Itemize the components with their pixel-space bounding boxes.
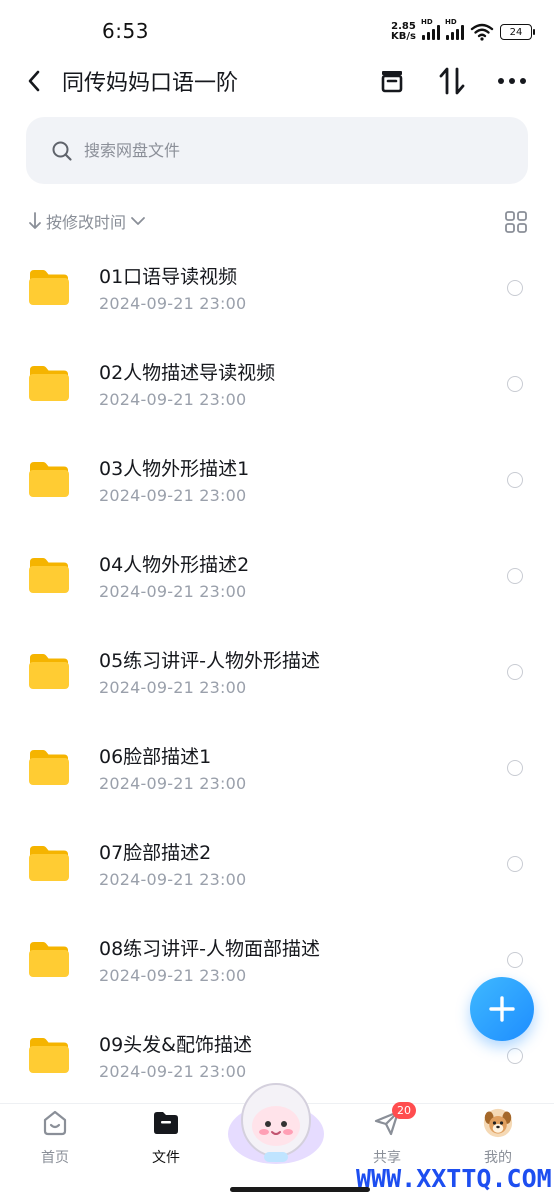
- signal-icon: HD: [421, 18, 440, 40]
- file-row[interactable]: 01口语导读视频 2024-09-21 23:00: [0, 240, 554, 336]
- select-checkbox[interactable]: [507, 952, 523, 968]
- archive-button[interactable]: [375, 64, 409, 98]
- file-date: 2024-09-21 23:00: [99, 678, 247, 697]
- file-date: 2024-09-21 23:00: [99, 390, 247, 409]
- folder-icon: [29, 942, 69, 977]
- folder-icon: [29, 270, 69, 305]
- home-icon: [40, 1108, 70, 1138]
- file-date: 2024-09-21 23:00: [99, 294, 247, 313]
- avatar: [483, 1108, 513, 1138]
- file-name: 05练习讲评-人物外形描述: [99, 650, 321, 672]
- file-date: 2024-09-21 23:00: [99, 870, 247, 889]
- file-name: 04人物外形描述2: [99, 554, 250, 576]
- watermark: WWW.XXTTQ.COM: [356, 1164, 552, 1193]
- select-checkbox[interactable]: [507, 760, 523, 776]
- file-name: 03人物外形描述1: [99, 458, 250, 480]
- home-indicator[interactable]: [230, 1187, 370, 1192]
- search-bar[interactable]: [26, 117, 528, 184]
- select-checkbox[interactable]: [507, 472, 523, 488]
- archive-icon: [381, 71, 403, 93]
- select-checkbox[interactable]: [507, 1048, 523, 1064]
- file-row[interactable]: 07脸部描述2 2024-09-21 23:00: [0, 816, 554, 912]
- file-row[interactable]: 04人物外形描述2 2024-09-21 23:00: [0, 528, 554, 624]
- folder-icon: [29, 558, 69, 593]
- sort-label: 按修改时间: [46, 213, 127, 232]
- file-name: 06脸部描述1: [99, 746, 212, 768]
- file-name: 09头发&配饰描述: [99, 1034, 252, 1056]
- status-bar: 6:53 2.85 KB/s HD HD 24: [0, 0, 554, 62]
- more-icon: [498, 78, 526, 84]
- search-icon: [50, 139, 74, 163]
- folder-filled-icon: [151, 1108, 181, 1138]
- file-row[interactable]: 02人物描述导读视频 2024-09-21 23:00: [0, 336, 554, 432]
- back-icon: [28, 70, 40, 92]
- nav-files[interactable]: 文件: [111, 1104, 221, 1184]
- sort-icon: [439, 67, 465, 95]
- search-input[interactable]: [84, 141, 484, 160]
- sort-button[interactable]: [435, 64, 469, 98]
- nav-home-label: 首页: [41, 1150, 69, 1166]
- select-checkbox[interactable]: [507, 856, 523, 872]
- header: 同传妈妈口语一阶: [0, 62, 554, 100]
- arrow-down-icon: [29, 212, 41, 229]
- sort-by-modified-button[interactable]: 按修改时间: [28, 209, 146, 233]
- folder-icon: [29, 1038, 69, 1073]
- folder-icon: [29, 366, 69, 401]
- folder-icon: [29, 462, 69, 497]
- file-date: 2024-09-21 23:00: [99, 966, 247, 985]
- hd-label: HD: [421, 18, 433, 26]
- nav-files-label: 文件: [152, 1150, 180, 1166]
- file-list: 01口语导读视频 2024-09-21 23:00 02人物描述导读视频 202…: [0, 240, 554, 1104]
- file-date: 2024-09-21 23:00: [99, 582, 247, 601]
- sort-row: 按修改时间: [28, 209, 528, 235]
- select-checkbox[interactable]: [507, 664, 523, 680]
- file-row[interactable]: 03人物外形描述1 2024-09-21 23:00: [0, 432, 554, 528]
- signal-icon-2: HD: [445, 18, 464, 40]
- mascot-icon[interactable]: [224, 1074, 328, 1166]
- select-checkbox[interactable]: [507, 376, 523, 392]
- file-name: 07脸部描述2: [99, 842, 212, 864]
- plus-icon: [489, 996, 515, 1022]
- wifi-icon: [470, 23, 494, 41]
- file-row[interactable]: 05练习讲评-人物外形描述 2024-09-21 23:00: [0, 624, 554, 720]
- nav-home[interactable]: 首页: [0, 1104, 110, 1184]
- file-name: 08练习讲评-人物面部描述: [99, 938, 321, 960]
- folder-icon: [29, 654, 69, 689]
- folder-icon: [29, 846, 69, 881]
- folder-icon: [29, 750, 69, 785]
- file-date: 2024-09-21 23:00: [99, 774, 247, 793]
- select-checkbox[interactable]: [507, 568, 523, 584]
- more-button[interactable]: [495, 64, 529, 98]
- status-time: 6:53: [102, 19, 149, 43]
- file-date: 2024-09-21 23:00: [99, 486, 247, 505]
- file-name: 02人物描述导读视频: [99, 362, 276, 384]
- file-row[interactable]: 06脸部描述1 2024-09-21 23:00: [0, 720, 554, 816]
- battery-icon: 24: [500, 24, 535, 40]
- network-speed-unit: KB/s: [391, 31, 416, 42]
- select-checkbox[interactable]: [507, 280, 523, 296]
- hd-label-2: HD: [445, 18, 457, 26]
- file-name: 01口语导读视频: [99, 266, 238, 288]
- chevron-down-icon: [131, 217, 145, 225]
- share-badge: 20: [392, 1102, 416, 1119]
- page-title: 同传妈妈口语一阶: [62, 71, 239, 96]
- network-speed: 2.85 KB/s: [391, 22, 416, 42]
- back-button[interactable]: [22, 66, 46, 96]
- add-button[interactable]: [470, 977, 534, 1041]
- status-indicators: 2.85 KB/s HD HD 24: [391, 18, 535, 44]
- file-row[interactable]: 08练习讲评-人物面部描述 2024-09-21 23:00: [0, 912, 554, 1008]
- grid-view-icon[interactable]: [504, 210, 528, 234]
